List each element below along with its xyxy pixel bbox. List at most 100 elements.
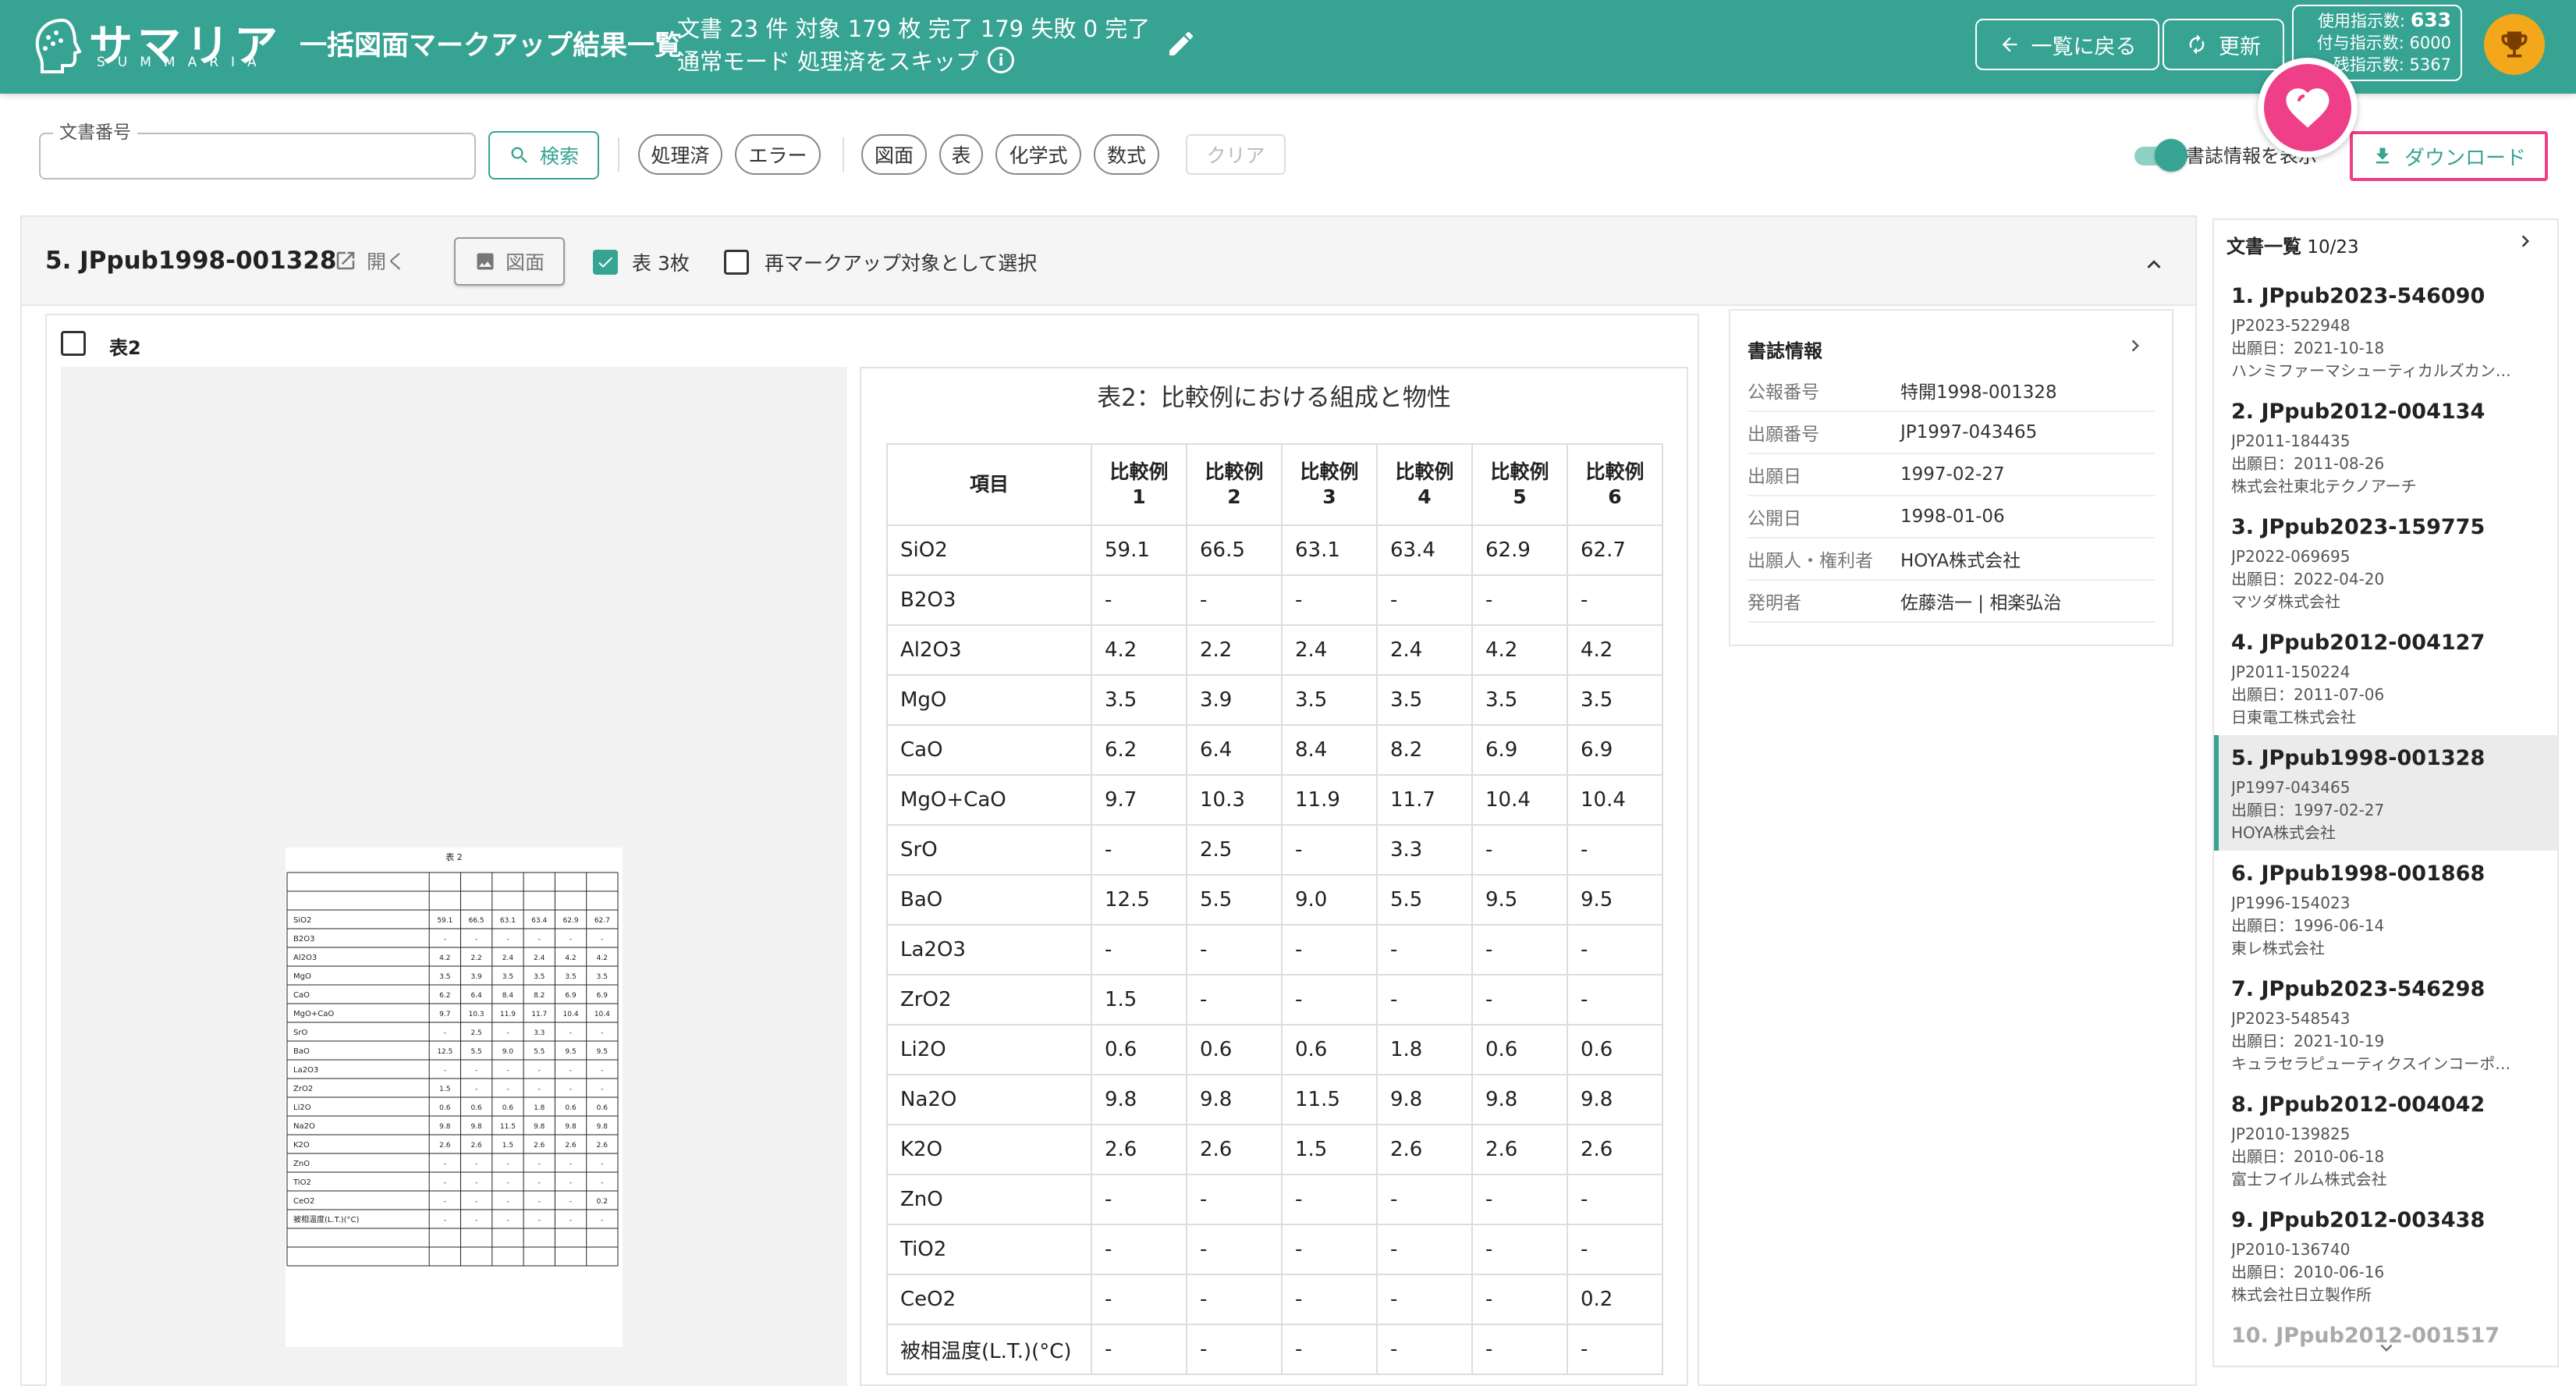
scan-cell-text: - bbox=[601, 936, 603, 944]
document-list-item-company: 富士フイルム株式会社 bbox=[2231, 1170, 2387, 1189]
table-cell: 2.6 bbox=[1471, 1124, 1568, 1175]
table-cell: 2.4 bbox=[1281, 624, 1378, 676]
table-cell: 0.6 bbox=[1091, 1024, 1187, 1075]
document-list-item[interactable]: 5. JPpub1998-001328 JP1997-043465 出願日：199… bbox=[2214, 735, 2557, 851]
scan-cell-text: - bbox=[569, 936, 572, 944]
clear-button[interactable]: クリア bbox=[1186, 134, 1286, 175]
scan-cell-text: 10.3 bbox=[469, 1011, 484, 1018]
scan-cell-text: 3.9 bbox=[470, 973, 482, 981]
biblio-key: 出願日 bbox=[1747, 467, 1801, 487]
scan-cell-text: 9.0 bbox=[502, 1048, 514, 1056]
table-cell: 11.5 bbox=[1281, 1074, 1378, 1125]
table-cell: 9.8 bbox=[1471, 1074, 1568, 1125]
scan-cell-text: 9.8 bbox=[534, 1123, 545, 1131]
scan-item-text: K2O bbox=[293, 1141, 310, 1150]
document-list-item[interactable]: 1. JPpub2023-546090 JP2023-522948 出願日：202… bbox=[2214, 273, 2557, 389]
row-item: Na2O bbox=[886, 1074, 1092, 1125]
table-row: Al2O3 4.2 2.2 2.4 2.4 4.2 4.2 bbox=[886, 624, 1663, 676]
edit-pencil-icon[interactable] bbox=[1166, 28, 1197, 59]
table-cell: 1.5 bbox=[1281, 1124, 1378, 1175]
scan-cell-text: 11.9 bbox=[500, 1011, 516, 1018]
document-list-item[interactable]: 9. JPpub2012-003438 JP2010-136740 出願日：201… bbox=[2214, 1197, 2557, 1313]
table-cell: 3.9 bbox=[1186, 674, 1283, 726]
open-link[interactable]: 開く bbox=[334, 247, 406, 275]
scan-cell-text: - bbox=[506, 1067, 509, 1075]
table-cell: 0.6 bbox=[1281, 1024, 1378, 1075]
info-icon[interactable]: i bbox=[988, 47, 1015, 73]
row-item: CeO2 bbox=[886, 1274, 1092, 1325]
scan-cell-text: 3.5 bbox=[565, 973, 576, 981]
scan-cell-text: - bbox=[538, 1067, 541, 1075]
document-list-item-app-number: JP2010-139825 bbox=[2231, 1125, 2351, 1143]
table-cell: 63.1 bbox=[1281, 524, 1378, 576]
table-cell: - bbox=[1376, 1174, 1473, 1225]
scan-cell-text: 6.9 bbox=[565, 992, 577, 1000]
chip-error[interactable]: エラー bbox=[735, 134, 821, 175]
table-cell: 8.4 bbox=[1281, 724, 1378, 776]
table-card-label: 表2 bbox=[109, 337, 141, 359]
chevron-right-icon[interactable] bbox=[2514, 229, 2537, 253]
trophy-button[interactable] bbox=[2484, 14, 2545, 75]
document-list-item[interactable]: 6. JPpub1998-001868 JP1996-154023 出願日：199… bbox=[2214, 851, 2557, 966]
chip-formula[interactable]: 数式 bbox=[1094, 134, 1159, 175]
table-cell: - bbox=[1281, 924, 1378, 976]
scan-cell-text: 11.7 bbox=[531, 1011, 547, 1018]
table-cell: - bbox=[1567, 974, 1663, 1025]
table-select-checkbox[interactable] bbox=[61, 331, 86, 356]
table-cell: 1.5 bbox=[1091, 974, 1187, 1025]
table-cell: 6.9 bbox=[1567, 724, 1663, 776]
chevron-right-icon[interactable] bbox=[2124, 334, 2147, 357]
scan-cell-text: 2.4 bbox=[534, 954, 545, 962]
biblio-key: 公報番号 bbox=[1747, 382, 1819, 403]
chevron-up-icon[interactable] bbox=[2141, 251, 2167, 278]
table-cell: 4.2 bbox=[1567, 624, 1663, 676]
table-count-checkbox[interactable] bbox=[593, 250, 618, 275]
row-item: SrO bbox=[886, 824, 1092, 876]
refresh-button[interactable]: 更新 bbox=[2163, 19, 2284, 70]
job-stats: 文書 23 件 対象 179 枚 完了 179 失敗 0 完了 bbox=[677, 16, 1151, 42]
table-row: CaO 6.2 6.4 8.4 8.2 6.9 6.9 bbox=[886, 724, 1663, 776]
document-list-item-company: ハンミファーマシューティカルズカン… bbox=[2231, 361, 2511, 380]
chip-table[interactable]: 表 bbox=[939, 134, 983, 175]
search-button[interactable]: 検索 bbox=[488, 131, 599, 179]
table-cell: 9.5 bbox=[1471, 874, 1568, 926]
search-icon bbox=[511, 147, 527, 163]
table-cell: 62.9 bbox=[1471, 524, 1568, 576]
table-cell: 12.5 bbox=[1091, 874, 1187, 926]
table-cell: - bbox=[1567, 1174, 1663, 1225]
scan-cell-text: - bbox=[538, 1179, 541, 1187]
refresh-icon bbox=[2189, 34, 2205, 55]
table-row: MgO 3.5 3.9 3.5 3.5 3.5 3.5 bbox=[886, 674, 1663, 726]
column-header-label: 比較例 bbox=[1490, 460, 1549, 483]
back-to-list-button[interactable]: 一覧に戻る bbox=[1975, 19, 2159, 70]
document-list-item[interactable]: 8. JPpub2012-004042 JP2010-139825 出願日：201… bbox=[2214, 1082, 2557, 1197]
table-cell: - bbox=[1471, 1224, 1568, 1275]
scan-cell-text: - bbox=[601, 1067, 603, 1075]
chip-figure[interactable]: 図面 bbox=[861, 134, 927, 175]
table-cell: 3.5 bbox=[1281, 674, 1378, 726]
document-list-item[interactable]: 3. JPpub2023-159775 JP2022-069695 出願日：202… bbox=[2214, 504, 2557, 620]
figure-button[interactable]: 図面 bbox=[454, 237, 565, 286]
document-list-item[interactable]: 2. JPpub2012-004134 JP2011-184435 出願日：201… bbox=[2214, 389, 2557, 504]
page-title: 一括図面マークアップ結果一覧 bbox=[300, 30, 683, 62]
document-list-item[interactable]: 4. JPpub2012-004127 JP2011-150224 出願日：201… bbox=[2214, 620, 2557, 735]
table-cell: - bbox=[1091, 1224, 1187, 1275]
table-row: CeO2- - - - -0.2 bbox=[886, 1274, 1663, 1325]
column-header: 比較例 6 bbox=[1567, 443, 1663, 526]
scan-cell-text: 0.6 bbox=[597, 1104, 609, 1112]
remarkup-label: 再マークアップ対象として選択 bbox=[765, 252, 1038, 275]
scan-cell-text: - bbox=[506, 1160, 509, 1168]
document-list-item-date: 出願日：2021-10-18 bbox=[2231, 339, 2385, 357]
chip-processed[interactable]: 処理済 bbox=[638, 134, 722, 175]
document-list-item-app-number: JP2010-136740 bbox=[2231, 1240, 2351, 1259]
download-button[interactable]: ダウンロード bbox=[2350, 131, 2548, 181]
biblio-toggle-knob[interactable] bbox=[2155, 139, 2187, 172]
document-list-item[interactable]: 7. JPpub2023-546298 JP2023-548543 出願日：202… bbox=[2214, 966, 2557, 1082]
scan-cell-text: - bbox=[444, 1217, 446, 1224]
scan-cell-text: - bbox=[601, 1179, 603, 1187]
chip-chemical[interactable]: 化学式 bbox=[995, 134, 1081, 175]
chevron-down-icon[interactable] bbox=[2375, 1336, 2398, 1359]
table-cell: 2.6 bbox=[1091, 1124, 1187, 1175]
remarkup-checkbox[interactable] bbox=[724, 250, 749, 275]
scan-cell-text: - bbox=[569, 1067, 572, 1075]
